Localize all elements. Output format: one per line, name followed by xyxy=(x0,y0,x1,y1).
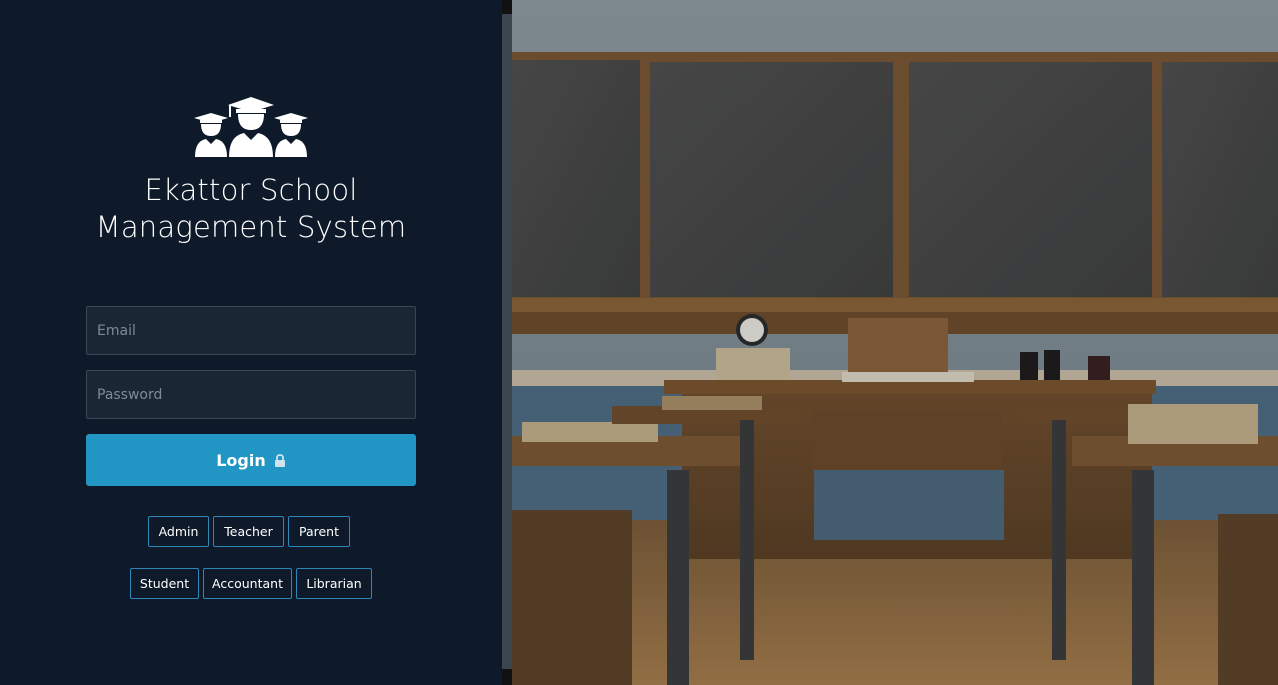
panel-divider xyxy=(502,0,512,685)
role-teacher-button[interactable]: Teacher xyxy=(213,516,284,547)
classroom-image xyxy=(512,0,1278,685)
login-page: Ekattor School Management System Login A… xyxy=(0,0,1278,685)
password-input[interactable] xyxy=(86,370,416,419)
role-student-button[interactable]: Student xyxy=(130,568,199,599)
app-title-line1: Ekattor School xyxy=(144,173,358,207)
lock-icon xyxy=(274,453,285,467)
role-admin-button[interactable]: Admin xyxy=(148,516,209,547)
role-accountant-button[interactable]: Accountant xyxy=(203,568,292,599)
role-parent-button[interactable]: Parent xyxy=(288,516,350,547)
email-input[interactable] xyxy=(86,306,416,355)
app-title: Ekattor School Management System xyxy=(0,172,502,246)
login-panel: Ekattor School Management System Login A… xyxy=(0,0,502,685)
students-graduation-icon xyxy=(194,97,308,157)
login-button[interactable]: Login xyxy=(86,434,416,486)
role-librarian-button[interactable]: Librarian xyxy=(296,568,372,599)
login-button-label: Login xyxy=(216,450,266,470)
app-title-line2: Management System xyxy=(95,210,407,244)
